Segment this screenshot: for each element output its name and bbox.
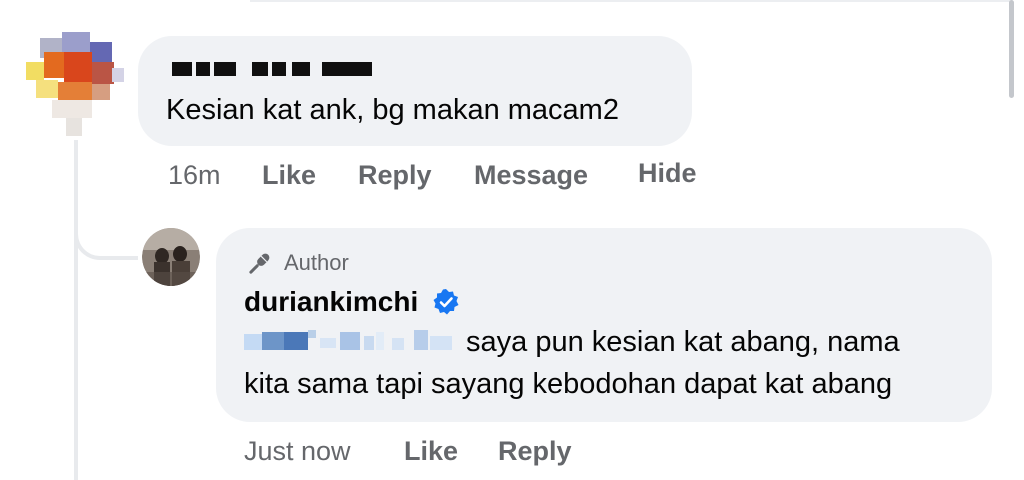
commenter-avatar[interactable] — [22, 28, 126, 140]
comment-timestamp[interactable]: 16m — [168, 160, 221, 191]
verified-badge-icon — [433, 289, 459, 315]
reply-connector — [74, 196, 138, 260]
author-username[interactable]: duriankimchi — [244, 286, 418, 318]
microphone-icon — [249, 253, 270, 274]
hide-button[interactable]: Hide — [638, 158, 697, 189]
reply-text-line-1: saya pun kesian kat abang, nama — [466, 326, 900, 358]
reply-timestamp[interactable]: Just now — [244, 436, 351, 467]
message-button[interactable]: Message — [474, 160, 588, 191]
top-divider — [250, 0, 1010, 2]
reply-reply-button[interactable]: Reply — [498, 436, 572, 467]
scrollbar[interactable] — [1009, 0, 1014, 98]
like-button[interactable]: Like — [262, 160, 316, 191]
reply-button[interactable]: Reply — [358, 160, 432, 191]
author-avatar[interactable] — [142, 228, 200, 286]
reply-like-button[interactable]: Like — [404, 436, 458, 467]
reply-text-line-2: kita sama tapi sayang kebodohan dapat ka… — [244, 368, 893, 400]
thread-line — [74, 140, 78, 480]
author-label: Author — [284, 250, 349, 275]
comment-text: Kesian kat ank, bg makan macam2 — [166, 94, 619, 126]
redacted-mention[interactable] — [244, 328, 458, 356]
